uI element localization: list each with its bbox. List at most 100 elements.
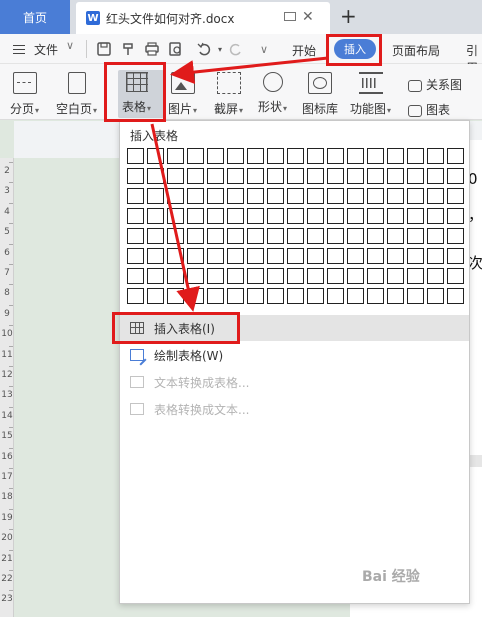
grid-cell[interactable] (447, 208, 464, 224)
grid-cell[interactable] (227, 168, 244, 184)
grid-cell[interactable] (227, 188, 244, 204)
grid-cell[interactable] (407, 268, 424, 284)
grid-cell[interactable] (367, 148, 384, 164)
grid-cell[interactable] (287, 268, 304, 284)
screenshot-button[interactable]: 截屏▾ (214, 72, 243, 117)
grid-cell[interactable] (207, 188, 224, 204)
redo-icon[interactable] (228, 41, 244, 57)
grid-cell[interactable] (327, 208, 344, 224)
grid-cell[interactable] (207, 208, 224, 224)
grid-cell[interactable] (167, 148, 184, 164)
grid-cell[interactable] (287, 188, 304, 204)
grid-cell[interactable] (407, 248, 424, 264)
new-tab-button[interactable]: + (340, 4, 357, 28)
grid-cell[interactable] (447, 148, 464, 164)
grid-cell[interactable] (187, 268, 204, 284)
grid-cell[interactable] (387, 168, 404, 184)
grid-cell[interactable] (267, 188, 284, 204)
grid-cell[interactable] (127, 168, 144, 184)
grid-cell[interactable] (127, 288, 144, 304)
tab-home[interactable]: 首页 (0, 0, 70, 34)
grid-cell[interactable] (247, 228, 264, 244)
grid-cell[interactable] (187, 148, 204, 164)
grid-cell[interactable] (387, 248, 404, 264)
grid-cell[interactable] (147, 208, 164, 224)
grid-cell[interactable] (187, 228, 204, 244)
grid-cell[interactable] (147, 168, 164, 184)
grid-cell[interactable] (307, 168, 324, 184)
grid-cell[interactable] (287, 208, 304, 224)
monitor-icon[interactable] (284, 12, 296, 21)
grid-cell[interactable] (447, 228, 464, 244)
grid-cell[interactable] (227, 248, 244, 264)
tab-document[interactable]: W 红头文件如何对齐.docx ✕ (76, 2, 330, 34)
grid-cell[interactable] (367, 268, 384, 284)
grid-cell[interactable] (287, 248, 304, 264)
grid-cell[interactable] (147, 148, 164, 164)
grid-cell[interactable] (367, 228, 384, 244)
grid-cell[interactable] (187, 288, 204, 304)
grid-cell[interactable] (247, 268, 264, 284)
table-size-grid[interactable] (127, 148, 467, 308)
grid-cell[interactable] (367, 168, 384, 184)
undo-icon[interactable] (196, 41, 212, 57)
close-tab-icon[interactable]: ✕ (302, 9, 314, 25)
grid-cell[interactable] (347, 188, 364, 204)
print-preview-icon[interactable] (168, 41, 184, 57)
grid-cell[interactable] (327, 228, 344, 244)
grid-cell[interactable] (387, 228, 404, 244)
grid-cell[interactable] (347, 248, 364, 264)
grid-cell[interactable] (127, 148, 144, 164)
grid-cell[interactable] (407, 288, 424, 304)
grid-cell[interactable] (407, 208, 424, 224)
grid-cell[interactable] (307, 248, 324, 264)
grid-cell[interactable] (387, 188, 404, 204)
grid-cell[interactable] (167, 188, 184, 204)
tab-page-layout[interactable]: 页面布局 (392, 42, 440, 59)
grid-cell[interactable] (387, 288, 404, 304)
grid-cell[interactable] (167, 248, 184, 264)
grid-cell[interactable] (227, 288, 244, 304)
grid-cell[interactable] (307, 228, 324, 244)
grid-cell[interactable] (207, 248, 224, 264)
grid-cell[interactable] (327, 248, 344, 264)
grid-cell[interactable] (447, 168, 464, 184)
grid-cell[interactable] (127, 268, 144, 284)
grid-cell[interactable] (427, 248, 444, 264)
grid-cell[interactable] (167, 268, 184, 284)
picture-button[interactable]: 图片▾ (168, 72, 197, 117)
grid-cell[interactable] (367, 188, 384, 204)
grid-cell[interactable] (287, 228, 304, 244)
grid-cell[interactable] (327, 188, 344, 204)
grid-cell[interactable] (207, 228, 224, 244)
grid-cell[interactable] (207, 288, 224, 304)
grid-cell[interactable] (387, 208, 404, 224)
grid-cell[interactable] (247, 148, 264, 164)
grid-cell[interactable] (287, 168, 304, 184)
grid-cell[interactable] (367, 208, 384, 224)
grid-cell[interactable] (327, 268, 344, 284)
grid-cell[interactable] (407, 228, 424, 244)
grid-cell[interactable] (267, 228, 284, 244)
grid-cell[interactable] (427, 228, 444, 244)
grid-cell[interactable] (227, 268, 244, 284)
grid-cell[interactable] (167, 168, 184, 184)
grid-cell[interactable] (227, 148, 244, 164)
grid-cell[interactable] (207, 268, 224, 284)
grid-cell[interactable] (347, 168, 364, 184)
grid-cell[interactable] (267, 288, 284, 304)
grid-cell[interactable] (307, 208, 324, 224)
grid-cell[interactable] (347, 148, 364, 164)
grid-cell[interactable] (247, 248, 264, 264)
undo-dropdown-icon[interactable]: ▾ (212, 41, 228, 57)
grid-cell[interactable] (387, 148, 404, 164)
grid-cell[interactable] (147, 188, 164, 204)
grid-cell[interactable] (447, 268, 464, 284)
format-painter-icon[interactable] (120, 41, 136, 57)
shape-button[interactable]: 形状▾ (258, 72, 287, 115)
blank-page-button[interactable]: 空白页▾ (56, 72, 97, 117)
grid-cell[interactable] (427, 188, 444, 204)
grid-cell[interactable] (147, 228, 164, 244)
chart-button[interactable]: 图表 (408, 101, 450, 118)
grid-cell[interactable] (227, 228, 244, 244)
